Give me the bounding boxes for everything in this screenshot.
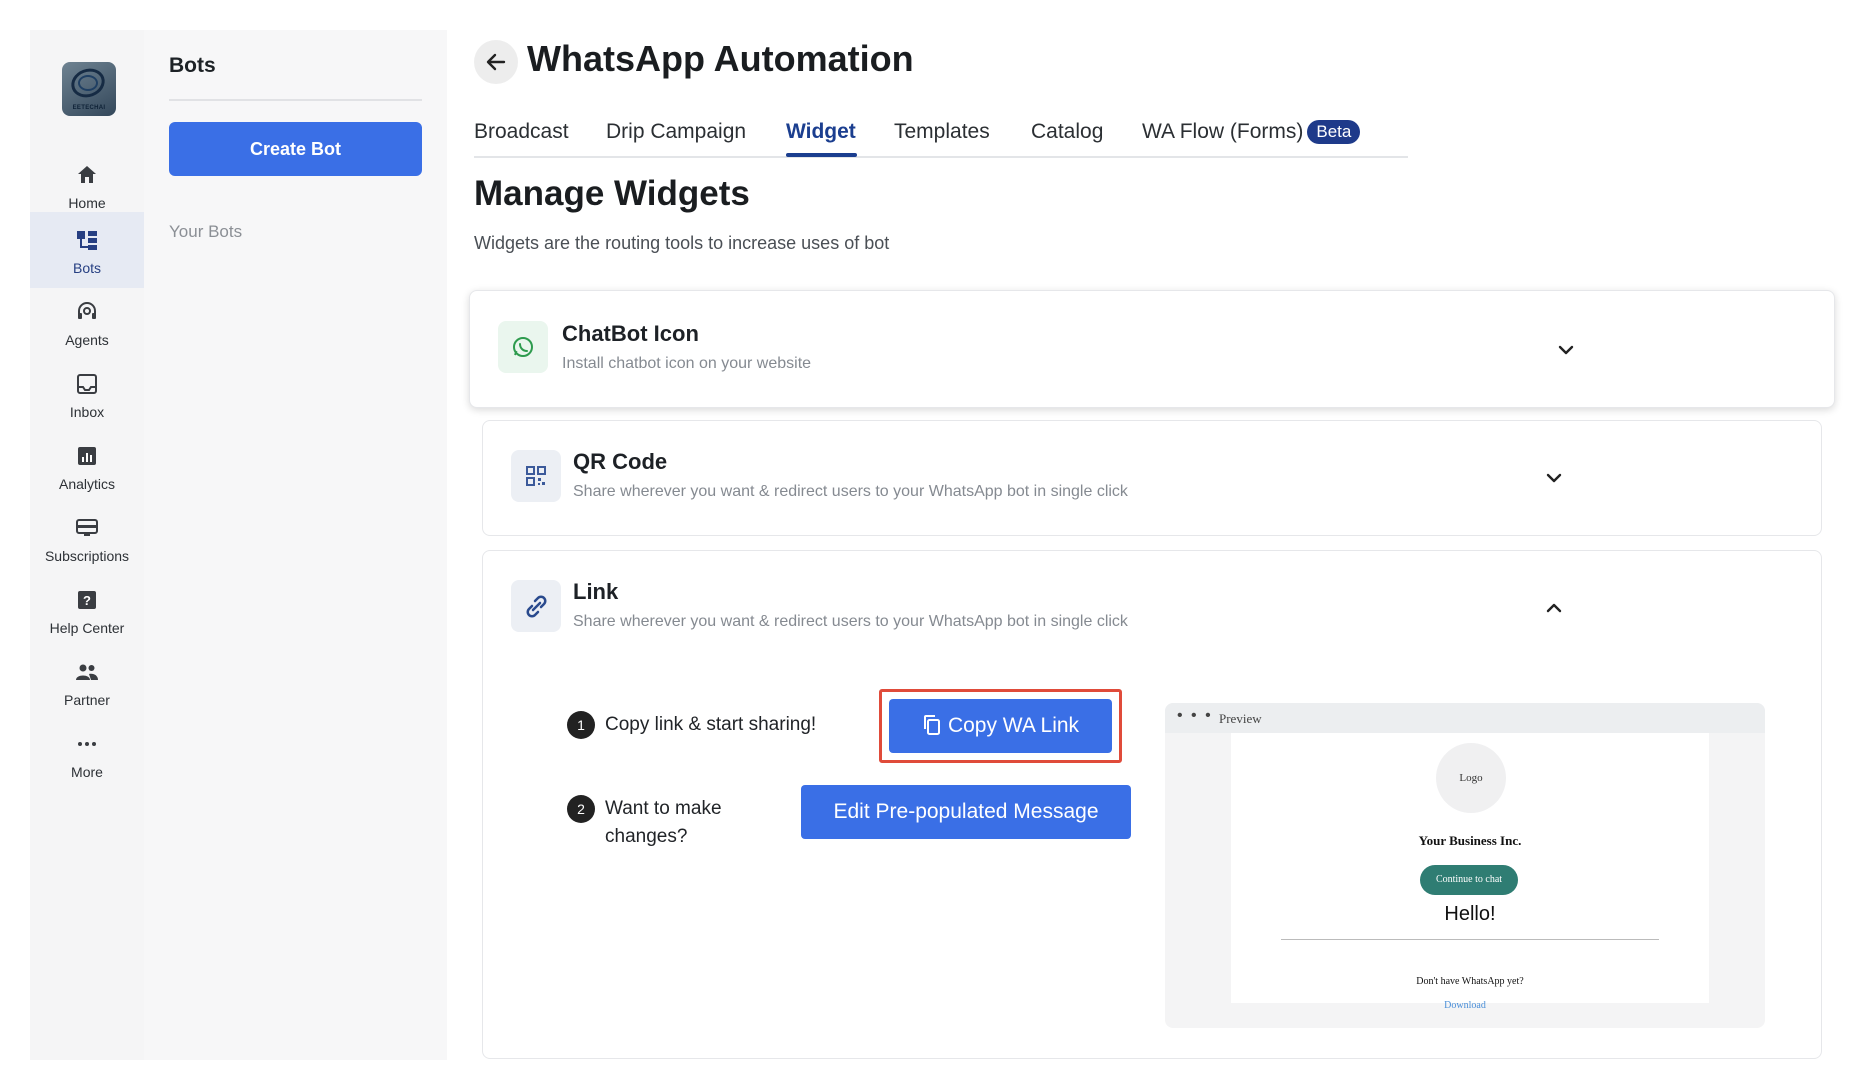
nav-item-analytics[interactable]: Analytics (30, 428, 144, 504)
widget-title: ChatBot Icon (562, 321, 699, 346)
copy-wa-link-button[interactable]: Copy WA Link (889, 699, 1112, 753)
nav-label-home: Home (68, 195, 106, 211)
active-tab-indicator (786, 153, 857, 157)
link-icon (511, 580, 561, 632)
nav-label-inbox: Inbox (69, 404, 105, 420)
edit-pre-populated-message-button[interactable]: Edit Pre-populated Message (801, 785, 1131, 839)
tab-templates[interactable]: Templates (894, 120, 990, 144)
analytics-icon (78, 447, 96, 465)
preview-logo: Logo (1436, 743, 1506, 813)
copy-icon (923, 715, 940, 735)
tab-bar: Broadcast Drip Campaign Widget Templates… (474, 118, 1408, 158)
widget-card-link: Link Share wherever you want & redirect … (482, 550, 1822, 1059)
chevron-up-icon[interactable] (1544, 598, 1564, 618)
step-1-text: Copy link & start sharing! (605, 714, 817, 735)
nav-item-bots[interactable]: Bots (30, 212, 144, 288)
headset-icon (78, 302, 96, 319)
your-bots-label: Your Bots (169, 222, 243, 241)
link-preview: • • • Preview Logo Your Business Inc. Co… (1165, 703, 1765, 1028)
back-button[interactable] (474, 40, 518, 84)
help-icon: ? (78, 591, 96, 609)
preview-no-whatsapp-text: Don't have WhatsApp yet? (1416, 976, 1524, 987)
preview-message: Hello! (1444, 903, 1496, 925)
nav-item-subscriptions[interactable]: Subscriptions (30, 500, 144, 576)
preview-divider (1281, 939, 1659, 940)
nav-label-partner: Partner (64, 692, 110, 708)
section-subtitle: Widgets are the routing tools to increas… (474, 233, 890, 253)
step-2-line-2: changes? (605, 826, 688, 847)
chevron-down-icon[interactable] (1544, 468, 1564, 488)
preview-title-bar: • • • Preview (1165, 703, 1765, 733)
nav-label-agents: Agents (65, 332, 109, 348)
widget-title: Link (573, 579, 619, 604)
chevron-down-icon[interactable] (1556, 340, 1576, 360)
brand-logo-text: EETECHAI (72, 105, 106, 111)
partner-icon (76, 664, 98, 680)
copy-wa-link-label: Copy WA Link (947, 714, 1080, 737)
nav-label-help-center: Help Center (49, 620, 125, 636)
nav-label-bots: Bots (72, 260, 101, 276)
nav-item-partner[interactable]: Partner (30, 644, 144, 720)
widget-card-chatbot-icon[interactable]: ChatBot Icon Install chatbot icon on you… (469, 290, 1835, 408)
left-nav-rail: EETECHAI Home Bots Agents Inbox Analytic… (30, 30, 144, 1060)
window-dots-icon: • • • (1177, 707, 1213, 724)
bots-panel-divider (169, 99, 422, 101)
preview-business-name: Your Business Inc. (1418, 833, 1522, 848)
step-2-text: Want to make changes? (605, 795, 722, 851)
beta-badge: Beta (1307, 120, 1361, 144)
preview-download-link: Download (1444, 1000, 1486, 1011)
brand-logo[interactable]: EETECHAI (62, 62, 116, 116)
tab-wa-flow[interactable]: WA Flow (Forms) Beta (1142, 120, 1361, 144)
tab-drip-campaign[interactable]: Drip Campaign (606, 120, 746, 144)
create-bot-button[interactable]: Create Bot (169, 122, 422, 176)
widget-description: Share wherever you want & redirect users… (573, 483, 1128, 500)
arrow-left-icon (486, 53, 506, 71)
nav-label-more: More (71, 764, 103, 780)
nav-item-agents[interactable]: Agents (30, 284, 144, 360)
tab-widget[interactable]: Widget (786, 120, 856, 144)
nav-item-help-center[interactable]: ? Help Center (30, 572, 144, 648)
widget-title: QR Code (573, 449, 668, 474)
preview-label: Preview (1219, 711, 1262, 726)
subscriptions-icon (76, 519, 98, 536)
preview-continue-button: Continue to chat (1420, 865, 1518, 895)
whatsapp-icon (498, 321, 548, 373)
nav-item-more[interactable]: More (30, 716, 144, 792)
tab-wa-flow-label: WA Flow (Forms) (1142, 120, 1304, 143)
bots-panel-title: Bots (169, 54, 216, 77)
tab-catalog[interactable]: Catalog (1031, 120, 1103, 144)
step-number-2: 2 (567, 795, 595, 823)
inbox-icon (77, 374, 97, 394)
nav-label-subscriptions: Subscriptions (44, 548, 130, 564)
nav-label-analytics: Analytics (58, 476, 116, 492)
nav-item-inbox[interactable]: Inbox (30, 356, 144, 432)
home-icon (78, 166, 96, 183)
widget-card-qr-code[interactable]: QR Code Share wherever you want & redire… (482, 420, 1822, 536)
section-title: Manage Widgets (474, 174, 750, 213)
bots-panel: Bots Create Bot Your Bots (144, 30, 447, 1060)
bots-icon (77, 231, 97, 250)
step-2-line-1: Want to make (605, 798, 722, 819)
widget-description: Share wherever you want & redirect users… (573, 613, 1128, 630)
main-content: WhatsApp Automation Broadcast Drip Campa… (447, 0, 1866, 1080)
step-number-1: 1 (567, 711, 595, 739)
page-title: WhatsApp Automation (527, 38, 914, 79)
svg-text:?: ? (83, 593, 91, 608)
preview-page: Logo Your Business Inc. Continue to chat… (1231, 733, 1709, 1003)
tab-broadcast[interactable]: Broadcast (474, 120, 569, 144)
more-icon (78, 742, 96, 746)
qr-code-icon (511, 450, 561, 502)
widget-description: Install chatbot icon on your website (562, 355, 812, 372)
